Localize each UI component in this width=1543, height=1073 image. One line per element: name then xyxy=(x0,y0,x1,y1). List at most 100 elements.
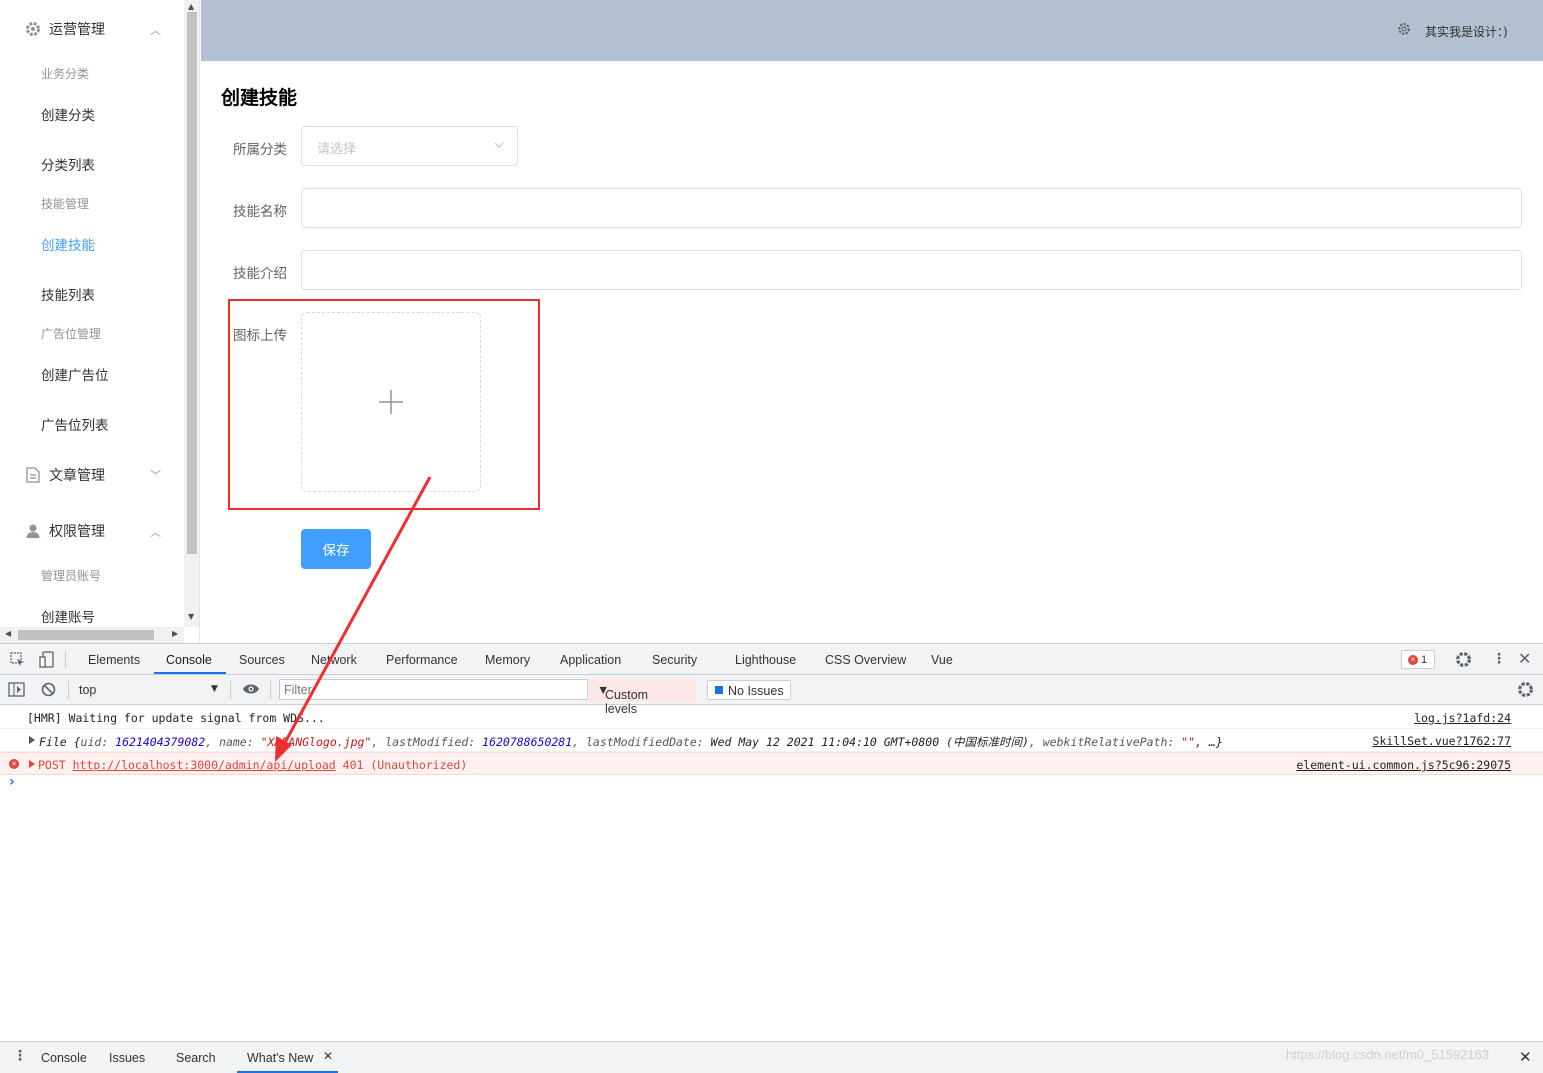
annotation-highlight-box xyxy=(228,299,540,510)
error-icon: × xyxy=(1408,654,1418,665)
console-log-line[interactable]: File {uid: 1621404379082, name: "XAFANGl… xyxy=(0,729,1543,752)
drawer-tab-search[interactable]: Search xyxy=(176,1051,216,1065)
active-tab-indicator xyxy=(154,672,226,674)
error-url-link[interactable]: http://localhost:3000/admin/api/upload xyxy=(73,758,336,772)
device-toolbar-icon[interactable] xyxy=(39,651,55,672)
divider xyxy=(65,651,66,668)
section-admin-account: 管理员账号 xyxy=(41,569,102,583)
console-error-line[interactable]: × POST http://localhost:3000/admin/api/u… xyxy=(0,752,1543,775)
expand-triangle-icon[interactable] xyxy=(29,760,35,768)
sidebar-item-create-category[interactable]: 创建分类 xyxy=(41,104,95,124)
divider xyxy=(270,681,271,699)
chevron-down-icon[interactable]: ﹀ xyxy=(150,467,161,483)
error-message: POST http://localhost:3000/admin/api/upl… xyxy=(38,758,468,772)
chevron-up-icon[interactable]: ︿ xyxy=(150,22,161,38)
section-ad-management: 广告位管理 xyxy=(41,327,102,341)
inspect-element-icon[interactable] xyxy=(10,652,26,672)
scroll-down-arrow-icon[interactable]: ▼ xyxy=(188,612,194,621)
scrollbar-thumb[interactable] xyxy=(18,630,154,640)
tab-css-overview[interactable]: CSS Overview xyxy=(825,653,906,667)
scroll-left-arrow-icon[interactable]: ◀ xyxy=(5,629,11,638)
more-options-icon[interactable]: ⋮ xyxy=(13,1048,27,1064)
close-drawer-icon[interactable]: ✕ xyxy=(1519,1048,1532,1066)
context-selector[interactable]: top xyxy=(79,683,96,697)
tab-console[interactable]: Console xyxy=(166,653,212,667)
log-source-link[interactable]: log.js?1afd:24 xyxy=(1414,711,1511,725)
console-prompt-icon[interactable]: › xyxy=(9,774,15,790)
skill-intro-input[interactable] xyxy=(301,250,1522,290)
error-count-badge[interactable]: × 1 xyxy=(1401,650,1435,669)
sidebar-vertical-scrollbar[interactable]: ▲ ▼ xyxy=(184,0,199,627)
menu-group-permissions[interactable]: 权限管理 xyxy=(24,521,105,541)
log-levels-label: Custom levels ▼ xyxy=(597,683,649,716)
divider xyxy=(230,681,231,699)
tab-application[interactable]: Application xyxy=(560,653,621,667)
close-icon[interactable]: ✕ xyxy=(1518,649,1531,668)
menu-group-title: 文章管理 xyxy=(49,468,105,484)
console-filter-input[interactable]: Filter xyxy=(279,679,588,700)
skill-name-input[interactable] xyxy=(301,188,1522,228)
sidebar-item-skill-list[interactable]: 技能列表 xyxy=(41,284,95,304)
filter-placeholder: Filter xyxy=(284,683,312,697)
drawer-tab-console[interactable]: Console xyxy=(41,1051,87,1065)
scrollbar-thumb[interactable] xyxy=(187,12,197,554)
issues-button[interactable]: No Issues xyxy=(707,680,791,700)
sidebar-item-create-ad[interactable]: 创建广告位 xyxy=(41,364,109,384)
gear-icon xyxy=(24,21,41,38)
skill-intro-label: 技能介绍 xyxy=(233,266,287,282)
tab-security[interactable]: Security xyxy=(652,653,697,667)
issues-label: No Issues xyxy=(728,684,784,698)
category-select[interactable]: 请选择 xyxy=(301,126,518,166)
sidebar-horizontal-scrollbar[interactable]: ◀ ▶ xyxy=(0,627,184,643)
error-icon: × xyxy=(9,759,19,769)
user-name[interactable]: 其实我是设计：) xyxy=(1425,23,1508,40)
save-button[interactable]: 保存 xyxy=(301,529,371,569)
devtools-tab-bar: Elements Console Sources Network Perform… xyxy=(0,644,1543,675)
log-message: [HMR] Waiting for update signal from WDS… xyxy=(27,711,325,725)
sidebar-item-category-list[interactable]: 分类列表 xyxy=(41,154,95,174)
log-source-link[interactable]: element-ui.common.js?5c96:29075 xyxy=(1296,758,1511,772)
tab-vue[interactable]: Vue xyxy=(931,653,953,667)
tab-lighthouse[interactable]: Lighthouse xyxy=(735,653,796,667)
menu-group-title: 权限管理 xyxy=(49,524,105,540)
clear-console-icon[interactable] xyxy=(41,682,56,701)
watermark: https://blog.csdn.net/m0_51592163 xyxy=(1286,1047,1490,1062)
sidebar: 运营管理 ︿ 业务分类 创建分类 分类列表 技能管理 创建技能 技能列表 广告位… xyxy=(0,0,200,643)
dropdown-arrow-icon[interactable]: ▼ xyxy=(211,684,218,694)
main-content: 创建技能 所属分类 请选择 技能名称 技能介绍 图标上传 保存 xyxy=(201,61,1543,643)
menu-group-operations[interactable]: 运营管理 xyxy=(24,19,105,39)
menu-group-articles[interactable]: 文章管理 xyxy=(24,465,105,485)
sidebar-item-create-account[interactable]: 创建账号 xyxy=(41,606,95,626)
tab-performance[interactable]: Performance xyxy=(386,653,458,667)
eye-icon[interactable] xyxy=(242,683,260,699)
log-source-link[interactable]: SkillSet.vue?1762:77 xyxy=(1373,734,1511,748)
category-label: 所属分类 xyxy=(233,142,287,158)
section-skill-management: 技能管理 xyxy=(41,197,90,211)
issues-flag-icon xyxy=(715,686,723,694)
scroll-up-arrow-icon[interactable]: ▲ xyxy=(188,2,194,11)
tab-network[interactable]: Network xyxy=(311,653,357,667)
scroll-right-arrow-icon[interactable]: ▶ xyxy=(172,629,178,638)
settings-gear-icon[interactable] xyxy=(1455,651,1472,672)
tab-elements[interactable]: Elements xyxy=(88,653,140,667)
expand-triangle-icon[interactable] xyxy=(29,736,35,744)
top-header: 其实我是设计：) xyxy=(201,0,1543,61)
tab-sources[interactable]: Sources xyxy=(239,653,285,667)
close-tab-icon[interactable]: ✕ xyxy=(323,1049,333,1063)
sidebar-item-create-skill[interactable]: 创建技能 xyxy=(41,234,95,254)
settings-gear-icon[interactable] xyxy=(1397,22,1413,38)
divider xyxy=(68,681,69,699)
sidebar-toggle-icon[interactable] xyxy=(8,682,25,701)
drawer-tab-whats-new[interactable]: What's New xyxy=(247,1051,313,1065)
more-options-icon[interactable]: ⋮ xyxy=(1492,651,1506,667)
log-message: File {uid: 1621404379082, name: "XAFANGl… xyxy=(39,735,1223,749)
drawer-tab-issues[interactable]: Issues xyxy=(109,1051,145,1065)
log-levels-dropdown[interactable]: Custom levels ▼ xyxy=(589,678,697,716)
chevron-up-icon[interactable]: ︿ xyxy=(150,524,161,540)
section-business-category: 业务分类 xyxy=(41,67,90,81)
sidebar-item-ad-list[interactable]: 广告位列表 xyxy=(41,414,109,434)
tab-memory[interactable]: Memory xyxy=(485,653,530,667)
user-icon xyxy=(24,523,41,540)
error-count: 1 xyxy=(1421,653,1428,666)
console-settings-gear-icon[interactable] xyxy=(1517,681,1534,702)
